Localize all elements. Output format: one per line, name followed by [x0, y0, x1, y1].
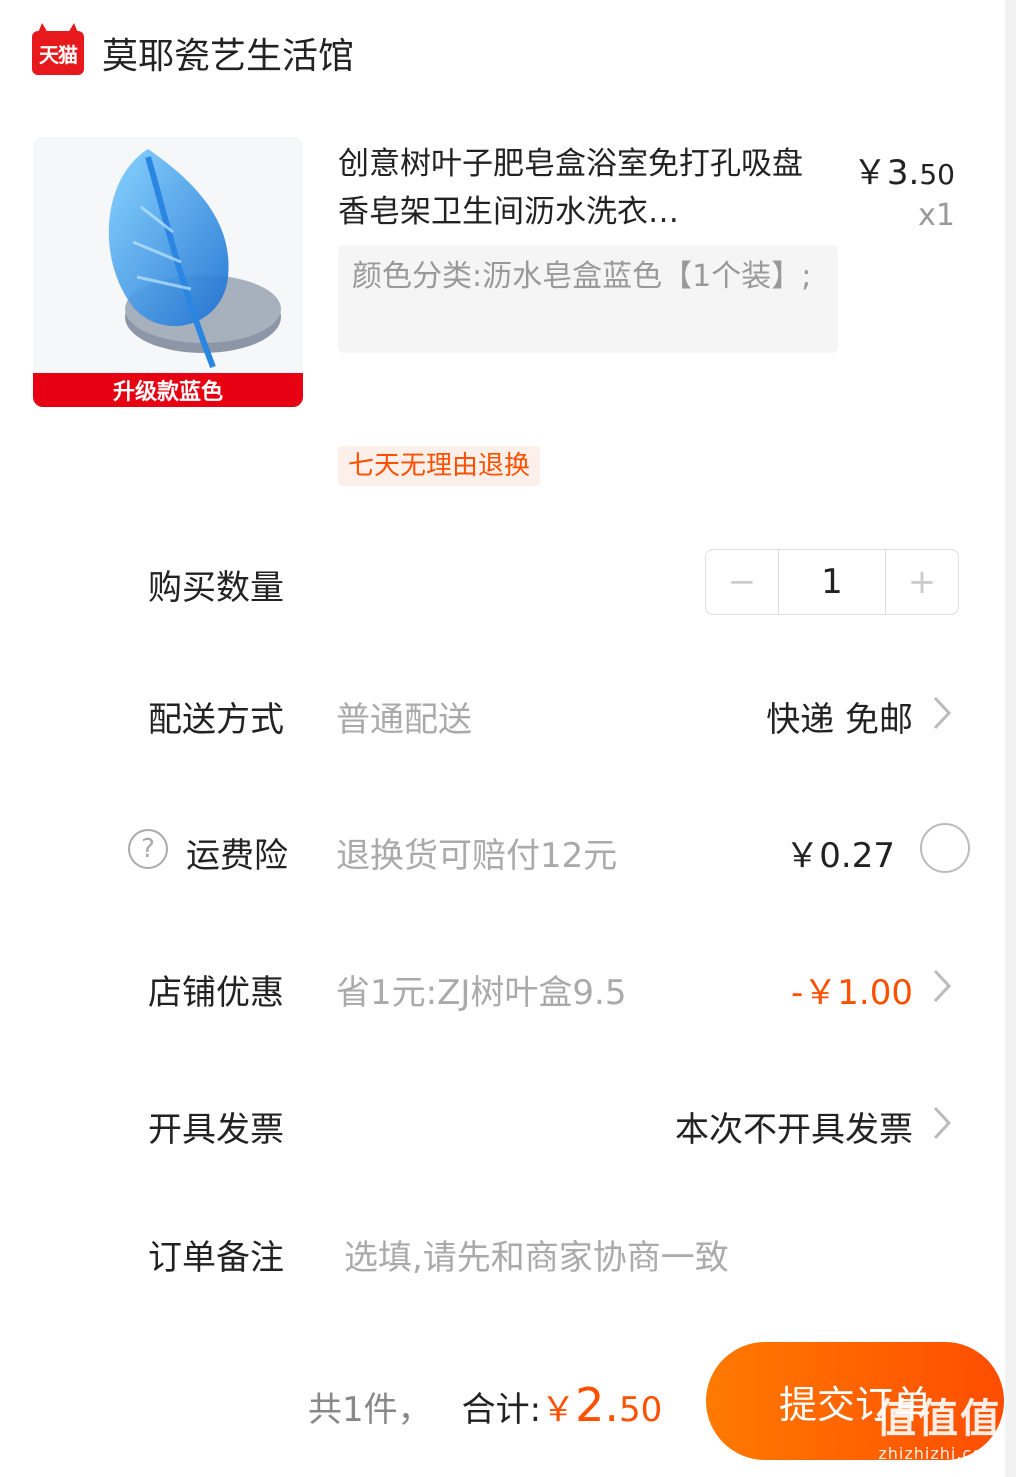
watermark-url: zhizhizhi.com [878, 1444, 1000, 1463]
decrease-button[interactable]: − [706, 550, 778, 614]
tmall-logo-icon: 天猫 [32, 23, 84, 75]
thumbnail-tag: 升级款蓝色 [33, 373, 303, 407]
item-count: 共1件， [308, 1390, 432, 1430]
total-label: 合计: [461, 1390, 542, 1430]
watermark-logo: 值值值 [876, 1396, 1002, 1442]
help-icon[interactable]: ? [128, 829, 168, 869]
invoice-label: 开具发票 [148, 1110, 284, 1150]
total-price: ￥2.50 [541, 1378, 662, 1432]
chevron-right-icon[interactable] [931, 1104, 953, 1142]
note-input[interactable]: 选填,请先和商家协商一致 [344, 1230, 729, 1279]
discount-value[interactable]: -￥1.00 [791, 965, 913, 1014]
delivery-method: 普通配送 [336, 700, 472, 740]
price-decimal: 50 [919, 158, 955, 191]
leaf-soap-dish-image [108, 149, 281, 369]
chevron-right-icon[interactable] [931, 694, 953, 732]
note-label: 订单备注 [148, 1238, 284, 1278]
insurance-radio[interactable] [920, 823, 970, 873]
product-sku[interactable]: 颜色分类:沥水皂盒蓝色【1个装】; [338, 245, 838, 353]
insurance-label: 运费险 [186, 836, 288, 876]
order-summary: 共1件， 合计: ￥2.50 [308, 1378, 662, 1438]
product-quantity: x1 [918, 198, 955, 233]
insurance-price: ￥0.27 [785, 836, 895, 876]
discount-desc: 省1元:ZJ树叶盒9.5 [336, 973, 627, 1013]
delivery-value[interactable]: 快递 免邮 [766, 692, 913, 741]
tmall-badge-text: 天猫 [39, 42, 78, 67]
product-price: ￥3.50 [853, 145, 955, 194]
discount-label: 店铺优惠 [148, 973, 284, 1013]
total-decimal: 50 [619, 1390, 663, 1430]
product-title[interactable]: 创意树叶子肥皂盒浴室免打孔吸盘香皂架卫生间沥水洗衣… [338, 140, 818, 236]
price-main: ￥3. [852, 153, 920, 193]
quantity-label: 购买数量 [148, 568, 284, 608]
product-thumbnail[interactable]: 升级款蓝色 [33, 137, 303, 407]
shop-name[interactable]: 莫耶瓷艺生活馆 [102, 27, 354, 79]
currency-symbol: ￥ [541, 1390, 576, 1430]
delivery-label: 配送方式 [148, 700, 284, 740]
order-card: 天猫 莫耶瓷艺生活馆 升级款蓝色 创意树叶子肥皂盒浴室免打孔吸盘香皂架卫生间沥水… [0, 0, 1005, 1477]
total-integer: 2. [575, 1378, 619, 1432]
shop-header[interactable]: 天猫 莫耶瓷艺生活馆 [32, 23, 354, 79]
tmall-ears [38, 23, 78, 33]
quantity-stepper[interactable]: − 1 + [705, 549, 959, 615]
quantity-value[interactable]: 1 [778, 550, 886, 614]
watermark: 值值值 zhizhizhi.com [876, 1386, 1002, 1463]
increase-button[interactable]: + [886, 550, 958, 614]
chevron-right-icon[interactable] [931, 967, 953, 1005]
return-policy-tag: 七天无理由退换 [338, 446, 541, 486]
invoice-value[interactable]: 本次不开具发票 [675, 1102, 913, 1151]
insurance-desc: 退换货可赔付12元 [336, 836, 618, 876]
